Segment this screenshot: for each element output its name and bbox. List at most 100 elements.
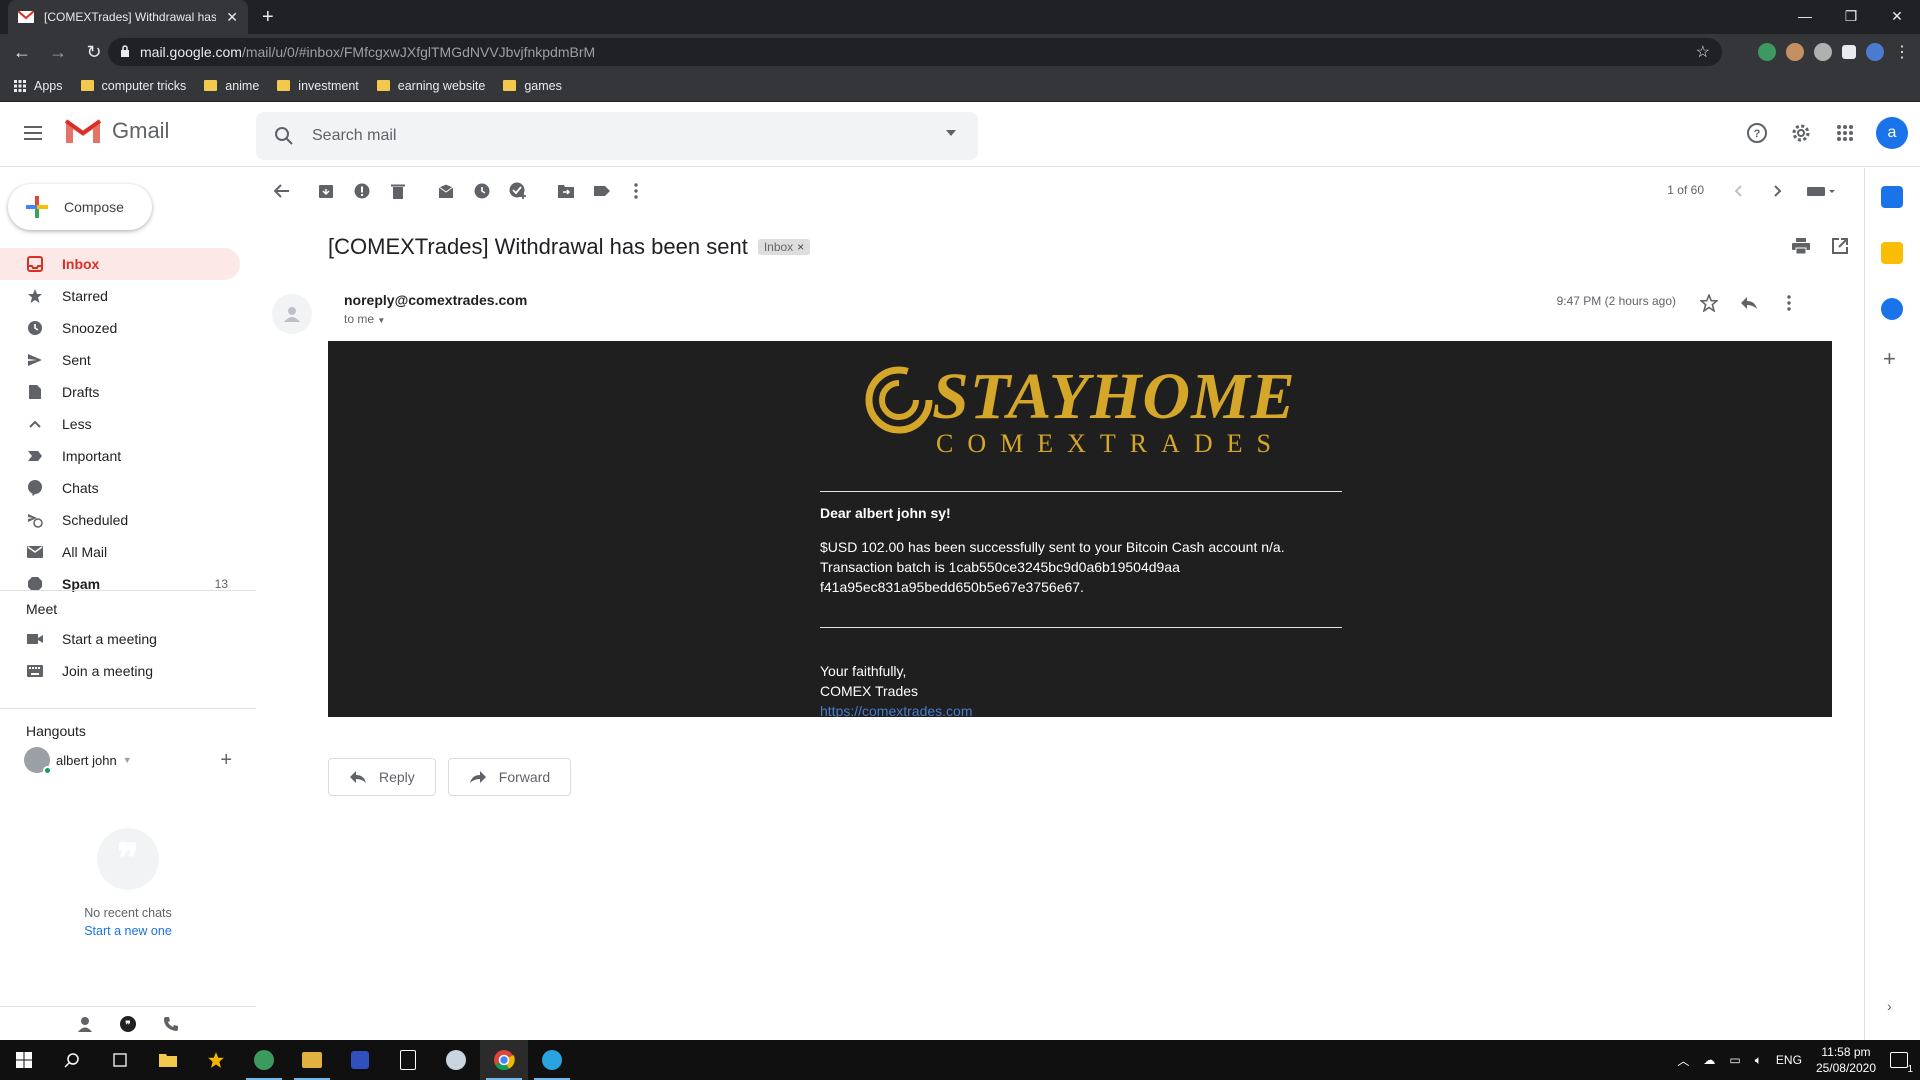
nav-drafts[interactable]: Drafts [0,376,240,408]
reload-icon[interactable]: ↻ [80,42,108,63]
notification-center-icon[interactable]: 1 [1890,1052,1913,1075]
close-tab-icon[interactable]: ✕ [226,9,238,26]
tasks-icon[interactable] [1881,298,1903,320]
chrome-icon[interactable] [480,1040,528,1080]
bookmark-apps[interactable]: Apps [14,79,63,93]
puzzle-icon[interactable] [1842,45,1856,59]
reply-icon[interactable] [1738,292,1760,314]
menu-icon[interactable]: ⋮ [1894,42,1910,62]
print-icon[interactable] [1792,238,1810,254]
minimize-button[interactable]: — [1782,0,1828,34]
google-apps-icon[interactable] [1832,120,1858,146]
bookmark-computer-tricks[interactable]: computer tricks [80,79,186,93]
main-menu-icon[interactable] [24,125,44,141]
delete-icon[interactable] [388,181,408,201]
start-meeting-item[interactable]: Start a meeting [0,623,240,655]
recipient-text[interactable]: to me ▼ [344,312,385,326]
volume-icon[interactable]: 🔈︎ [1755,1053,1762,1068]
move-to-icon[interactable] [556,181,576,201]
new-tab-button[interactable]: + [262,6,274,29]
gmail-logo[interactable]: Gmail [64,117,169,145]
onedrive-cloud-icon[interactable]: ☁ [1703,1053,1715,1067]
hangouts-user[interactable]: albert john ▼ + [0,745,256,775]
task-view-icon[interactable] [96,1040,144,1080]
extension-3-icon[interactable] [1814,43,1832,61]
get-addons-plus-icon[interactable]: + [1883,346,1896,372]
bookmark-games[interactable]: games [503,79,562,93]
bookmark-anime[interactable]: anime [204,79,259,93]
nav-less[interactable]: Less [0,408,240,440]
taskbar-search-icon[interactable] [48,1040,96,1080]
browser-tab[interactable]: [COMEXTrades] Withdrawal has b ✕ [8,0,248,34]
label-icon[interactable] [592,181,612,201]
network-icon[interactable]: ▭ [1729,1053,1740,1067]
forward-icon[interactable]: → [44,42,72,63]
telegram-icon[interactable] [528,1040,576,1080]
clock[interactable]: 11:58 pm 25/08/2020 [1816,1044,1876,1076]
remove-label-icon[interactable]: × [797,240,804,254]
person-icon[interactable] [77,1016,93,1032]
older-chevron-icon[interactable] [1768,181,1788,201]
inbox-label-chip[interactable]: Inbox × [757,239,811,255]
app-blue-icon[interactable] [336,1040,384,1080]
new-chat-plus-icon[interactable]: + [220,749,232,772]
join-meeting-item[interactable]: Join a meeting [0,655,240,687]
app-folder-icon[interactable] [288,1040,336,1080]
open-in-new-window-icon[interactable] [1832,238,1848,254]
back-to-inbox-icon[interactable] [272,181,292,201]
nav-scheduled[interactable]: Scheduled [0,504,240,536]
settings-gear-icon[interactable] [1788,120,1814,146]
compose-button[interactable]: Compose [8,184,152,230]
message-more-icon[interactable] [1778,292,1800,314]
steam-icon[interactable] [432,1040,480,1080]
bookmark-earning-website[interactable]: earning website [376,79,485,93]
language-indicator[interactable]: ENG [1776,1053,1802,1067]
close-window-button[interactable]: ✕ [1874,0,1920,34]
mark-unread-icon[interactable] [436,181,456,201]
start-new-chat-link[interactable]: Start a new one [0,924,256,938]
restore-button[interactable]: ❐ [1828,0,1874,34]
more-options-icon[interactable] [626,181,646,201]
app-green-icon[interactable] [240,1040,288,1080]
search-bar[interactable]: Search mail [256,112,978,160]
reply-button[interactable]: Reply [328,758,436,796]
report-spam-icon[interactable] [352,181,372,201]
nav-all-mail[interactable]: All Mail [0,536,240,568]
website-link[interactable]: https://comextrades.com [820,703,973,717]
account-avatar[interactable]: a [1876,117,1908,149]
nav-sent[interactable]: Sent [0,344,240,376]
newer-chevron-icon[interactable] [1728,181,1748,201]
archive-icon[interactable] [316,181,336,201]
user-dropdown-icon[interactable]: ▼ [123,755,132,765]
nav-chats[interactable]: Chats [0,472,240,504]
add-to-tasks-icon[interactable] [508,181,528,201]
forward-button[interactable]: Forward [447,758,572,796]
help-icon[interactable]: ? [1744,120,1770,146]
nav-starred[interactable]: Starred [0,280,240,312]
app-star-icon[interactable] [192,1040,240,1080]
bookmark-investment[interactable]: investment [277,79,359,93]
details-dropdown-icon[interactable]: ▼ [377,316,385,325]
extension-1-icon[interactable] [1758,43,1776,61]
star-message-icon[interactable] [1698,292,1720,314]
phone-icon[interactable] [163,1016,179,1032]
nav-important[interactable]: Important [0,440,240,472]
nav-snoozed[interactable]: Snoozed [0,312,240,344]
address-bar[interactable]: mail.google.com/mail/u/0/#inbox/FMfcgxwJ… [108,38,1722,66]
calendar-icon[interactable] [1881,186,1903,208]
sender-email[interactable]: noreply@comextrades.com [344,292,527,308]
extension-2-icon[interactable] [1786,43,1804,61]
search-icon[interactable] [272,124,296,148]
tray-chevron-icon[interactable]: ︿ [1677,1052,1689,1069]
profile-icon[interactable] [1866,43,1884,61]
hangouts-chat-icon[interactable]: ❞ [119,1015,137,1033]
file-explorer-icon[interactable] [144,1040,192,1080]
keep-icon[interactable] [1881,242,1903,264]
expand-panel-chevron-icon[interactable]: › [1887,998,1892,1014]
input-tools-keyboard-icon[interactable] [1804,181,1840,201]
back-icon[interactable]: ← [8,42,36,63]
epic-games-icon[interactable] [384,1040,432,1080]
search-options-icon[interactable] [946,130,956,136]
windows-start-icon[interactable] [0,1040,48,1080]
nav-inbox[interactable]: Inbox [0,248,240,280]
